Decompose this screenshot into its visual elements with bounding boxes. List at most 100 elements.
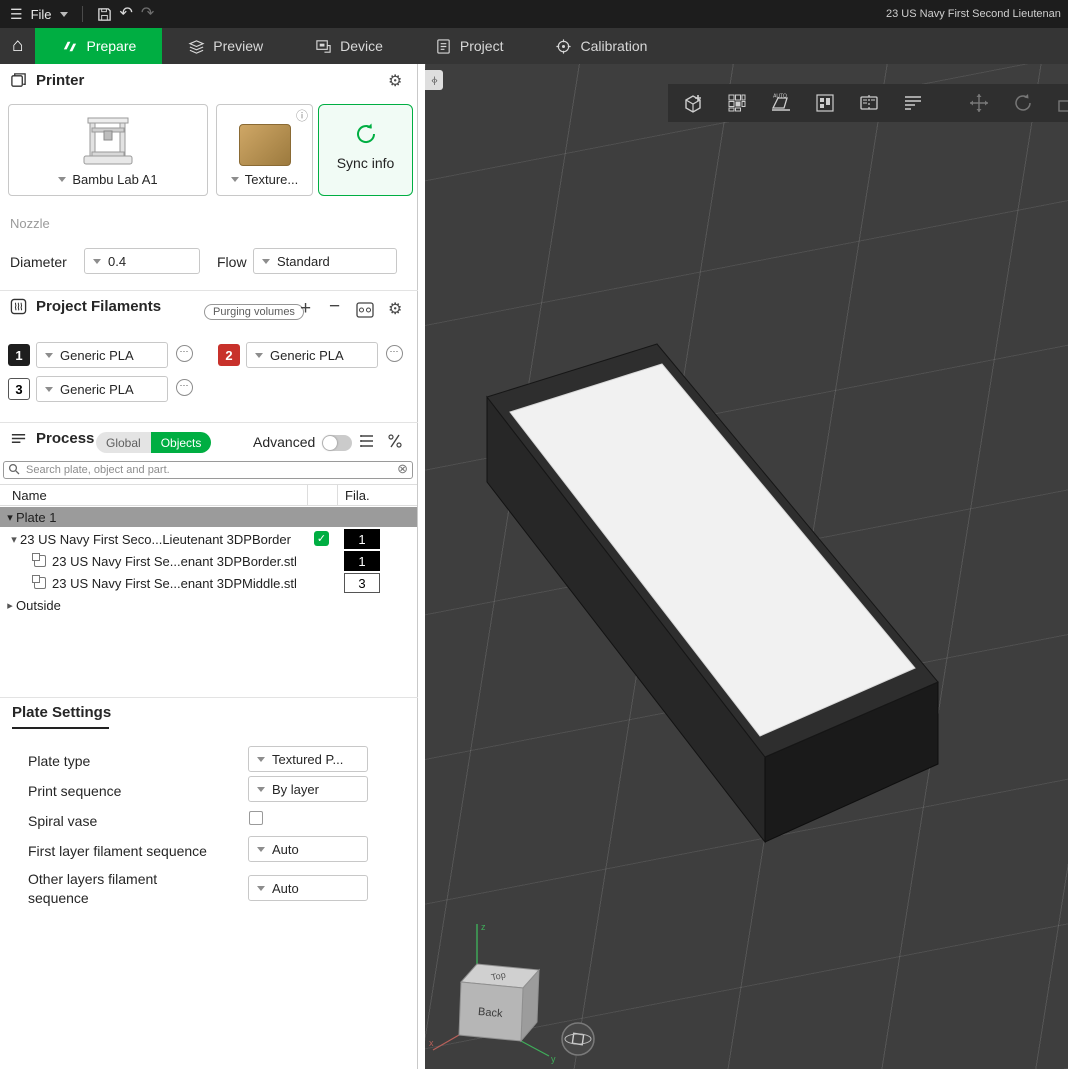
first-layer-chevron-icon xyxy=(257,847,265,852)
process-section-header: Process xyxy=(10,430,94,447)
save-icon[interactable] xyxy=(97,7,112,22)
print-sequence-select[interactable]: By layer xyxy=(248,776,368,802)
plate-select-card[interactable]: ⓘ Texture... xyxy=(216,104,313,196)
plate-type-select[interactable]: Textured P... xyxy=(248,746,368,772)
left-sidebar: Printer ⚙ Bambu Lab A1 ⓘ Texture... Sync… xyxy=(0,64,418,1069)
toolbar-divider xyxy=(82,6,83,22)
add-filament-icon[interactable]: + xyxy=(300,298,311,320)
purging-volumes-button[interactable]: Purging volumes xyxy=(204,304,304,320)
flow-label: Flow xyxy=(217,254,247,270)
axis-z-label: z xyxy=(481,922,486,932)
filament-slot-3[interactable]: 3 xyxy=(8,378,30,400)
tree-row-plate[interactable]: ▾ Plate 1 xyxy=(0,507,417,527)
plate-texture-image xyxy=(239,124,291,166)
advanced-toggle[interactable] xyxy=(322,435,352,451)
search-clear-icon[interactable]: ⊗ xyxy=(397,461,408,477)
other-layers-seq-label: Other layers filament sequence xyxy=(28,870,198,908)
ams-icon[interactable] xyxy=(356,302,374,318)
filament-3-chevron-icon xyxy=(45,387,53,392)
orbit-view-button[interactable] xyxy=(560,1021,596,1057)
file-menu[interactable]: File xyxy=(31,7,52,22)
other-layers-seq-select[interactable]: Auto xyxy=(248,875,368,901)
printer-dropdown-chevron-icon xyxy=(58,177,66,182)
tree-row-part2[interactable]: 23 US Navy First Se...enant 3DPMiddle.st… xyxy=(0,572,417,594)
printer-select-card[interactable]: Bambu Lab A1 xyxy=(8,104,208,196)
filament-slot-1[interactable]: 1 xyxy=(8,344,30,366)
process-section-icon xyxy=(10,430,27,447)
object-visible-checkbox[interactable]: ✓ xyxy=(314,531,329,546)
print-sequence-label: Print sequence xyxy=(28,782,238,801)
hamburger-menu-icon[interactable]: ☰ xyxy=(10,7,23,21)
document-title: 23 US Navy First Second Lieutenan xyxy=(886,0,1068,28)
filament-3-select[interactable]: Generic PLA xyxy=(36,376,168,402)
redo-icon[interactable]: ↷ xyxy=(141,6,154,22)
tree-header: Name Fila. xyxy=(0,484,417,506)
process-objects-tab[interactable]: Objects xyxy=(151,432,212,453)
tab-preview[interactable]: Preview xyxy=(162,28,289,64)
search-icon xyxy=(8,463,20,475)
compare-params-icon[interactable] xyxy=(387,433,403,449)
filament-settings-gear-icon[interactable]: ⚙ xyxy=(388,302,402,318)
part1-filament-badge[interactable]: 1 xyxy=(344,551,380,571)
scene-canvas: z x y Back Top xyxy=(425,64,1068,1069)
tree-row-part1[interactable]: 23 US Navy First Se...enant 3DPBorder.st… xyxy=(0,550,417,572)
search-input[interactable] xyxy=(3,461,413,479)
remove-filament-icon[interactable]: − xyxy=(329,296,340,318)
filament-2-edit-icon[interactable]: ⋯ xyxy=(386,345,403,362)
plate-dropdown-chevron-icon xyxy=(231,177,239,182)
navigation-cube[interactable]: z x y Back Top xyxy=(429,922,556,1064)
tab-device[interactable]: Device xyxy=(289,28,409,64)
expand-chevron-icon[interactable]: ▸ xyxy=(4,599,16,612)
printer-settings-gear-icon[interactable]: ⚙ xyxy=(388,74,402,90)
tree-row-object[interactable]: ▾ 23 US Navy First Seco...Lieutenant 3DP… xyxy=(0,528,417,550)
process-global-tab[interactable]: Global xyxy=(96,432,151,453)
plate-settings-title: Plate Settings xyxy=(12,704,111,721)
filament-slot-2[interactable]: 2 xyxy=(218,344,240,366)
filament-2-chevron-icon xyxy=(255,353,263,358)
printer-name: Bambu Lab A1 xyxy=(72,172,157,187)
filament-1-edit-icon[interactable]: ⋯ xyxy=(176,345,193,362)
nozzle-label: Nozzle xyxy=(10,216,50,231)
viewport-3d[interactable]: ‹|› AUTO z x y Back xyxy=(425,64,1068,1069)
process-scope-toggle: Global Objects xyxy=(96,432,211,453)
flow-select[interactable]: Standard xyxy=(253,248,397,274)
filament-3-edit-icon[interactable]: ⋯ xyxy=(176,379,193,396)
title-bar: ☰ File ↶ ↷ 23 US Navy First Second Lieut… xyxy=(0,0,1068,28)
part1-label: 23 US Navy First Se...enant 3DPBorder.st… xyxy=(52,554,297,569)
outside-row-label: Outside xyxy=(16,598,61,613)
tab-project[interactable]: Project xyxy=(409,28,530,64)
axis-x-label: x xyxy=(429,1038,434,1048)
axis-y-label: y xyxy=(551,1054,556,1064)
undo-icon[interactable]: ↶ xyxy=(120,6,133,22)
flow-chevron-icon xyxy=(262,259,270,264)
spiral-vase-checkbox[interactable] xyxy=(249,811,263,825)
home-icon: ⌂ xyxy=(12,35,23,57)
calibration-icon xyxy=(555,38,572,55)
home-button[interactable]: ⌂ xyxy=(0,28,35,64)
filaments-section-header: Project Filaments xyxy=(10,298,161,315)
view-list-icon[interactable] xyxy=(359,433,375,449)
plate-type-chevron-icon xyxy=(257,757,265,762)
plate-info-icon[interactable]: ⓘ xyxy=(296,107,308,124)
object-filament-badge[interactable]: 1 xyxy=(344,529,380,549)
tab-prepare[interactable]: Prepare xyxy=(35,28,162,64)
printer-section-icon xyxy=(10,72,27,89)
sync-info-button[interactable]: Sync info xyxy=(318,104,413,196)
collapse-chevron-icon[interactable]: ▾ xyxy=(4,511,16,524)
diameter-select[interactable]: 0.4 xyxy=(84,248,200,274)
file-menu-chevron-icon[interactable] xyxy=(60,12,68,17)
part2-filament-badge[interactable]: 3 xyxy=(344,573,380,593)
model-3d[interactable] xyxy=(487,344,938,842)
tab-calibration[interactable]: Calibration xyxy=(529,28,673,64)
filament-2-select[interactable]: Generic PLA xyxy=(246,342,378,368)
navcube-back-label: Back xyxy=(478,1006,504,1020)
first-layer-seq-select[interactable]: Auto xyxy=(248,836,368,862)
printer-section-header: Printer xyxy=(10,72,84,89)
collapse-chevron-icon[interactable]: ▾ xyxy=(8,533,20,546)
tree-row-outside[interactable]: ▸ Outside xyxy=(0,594,417,616)
process-section-title: Process xyxy=(36,430,94,447)
filament-1-select[interactable]: Generic PLA xyxy=(36,342,168,368)
section-divider xyxy=(0,290,418,291)
advanced-label: Advanced xyxy=(253,434,315,450)
object-row-label: 23 US Navy First Seco...Lieutenant 3DPBo… xyxy=(20,532,291,547)
